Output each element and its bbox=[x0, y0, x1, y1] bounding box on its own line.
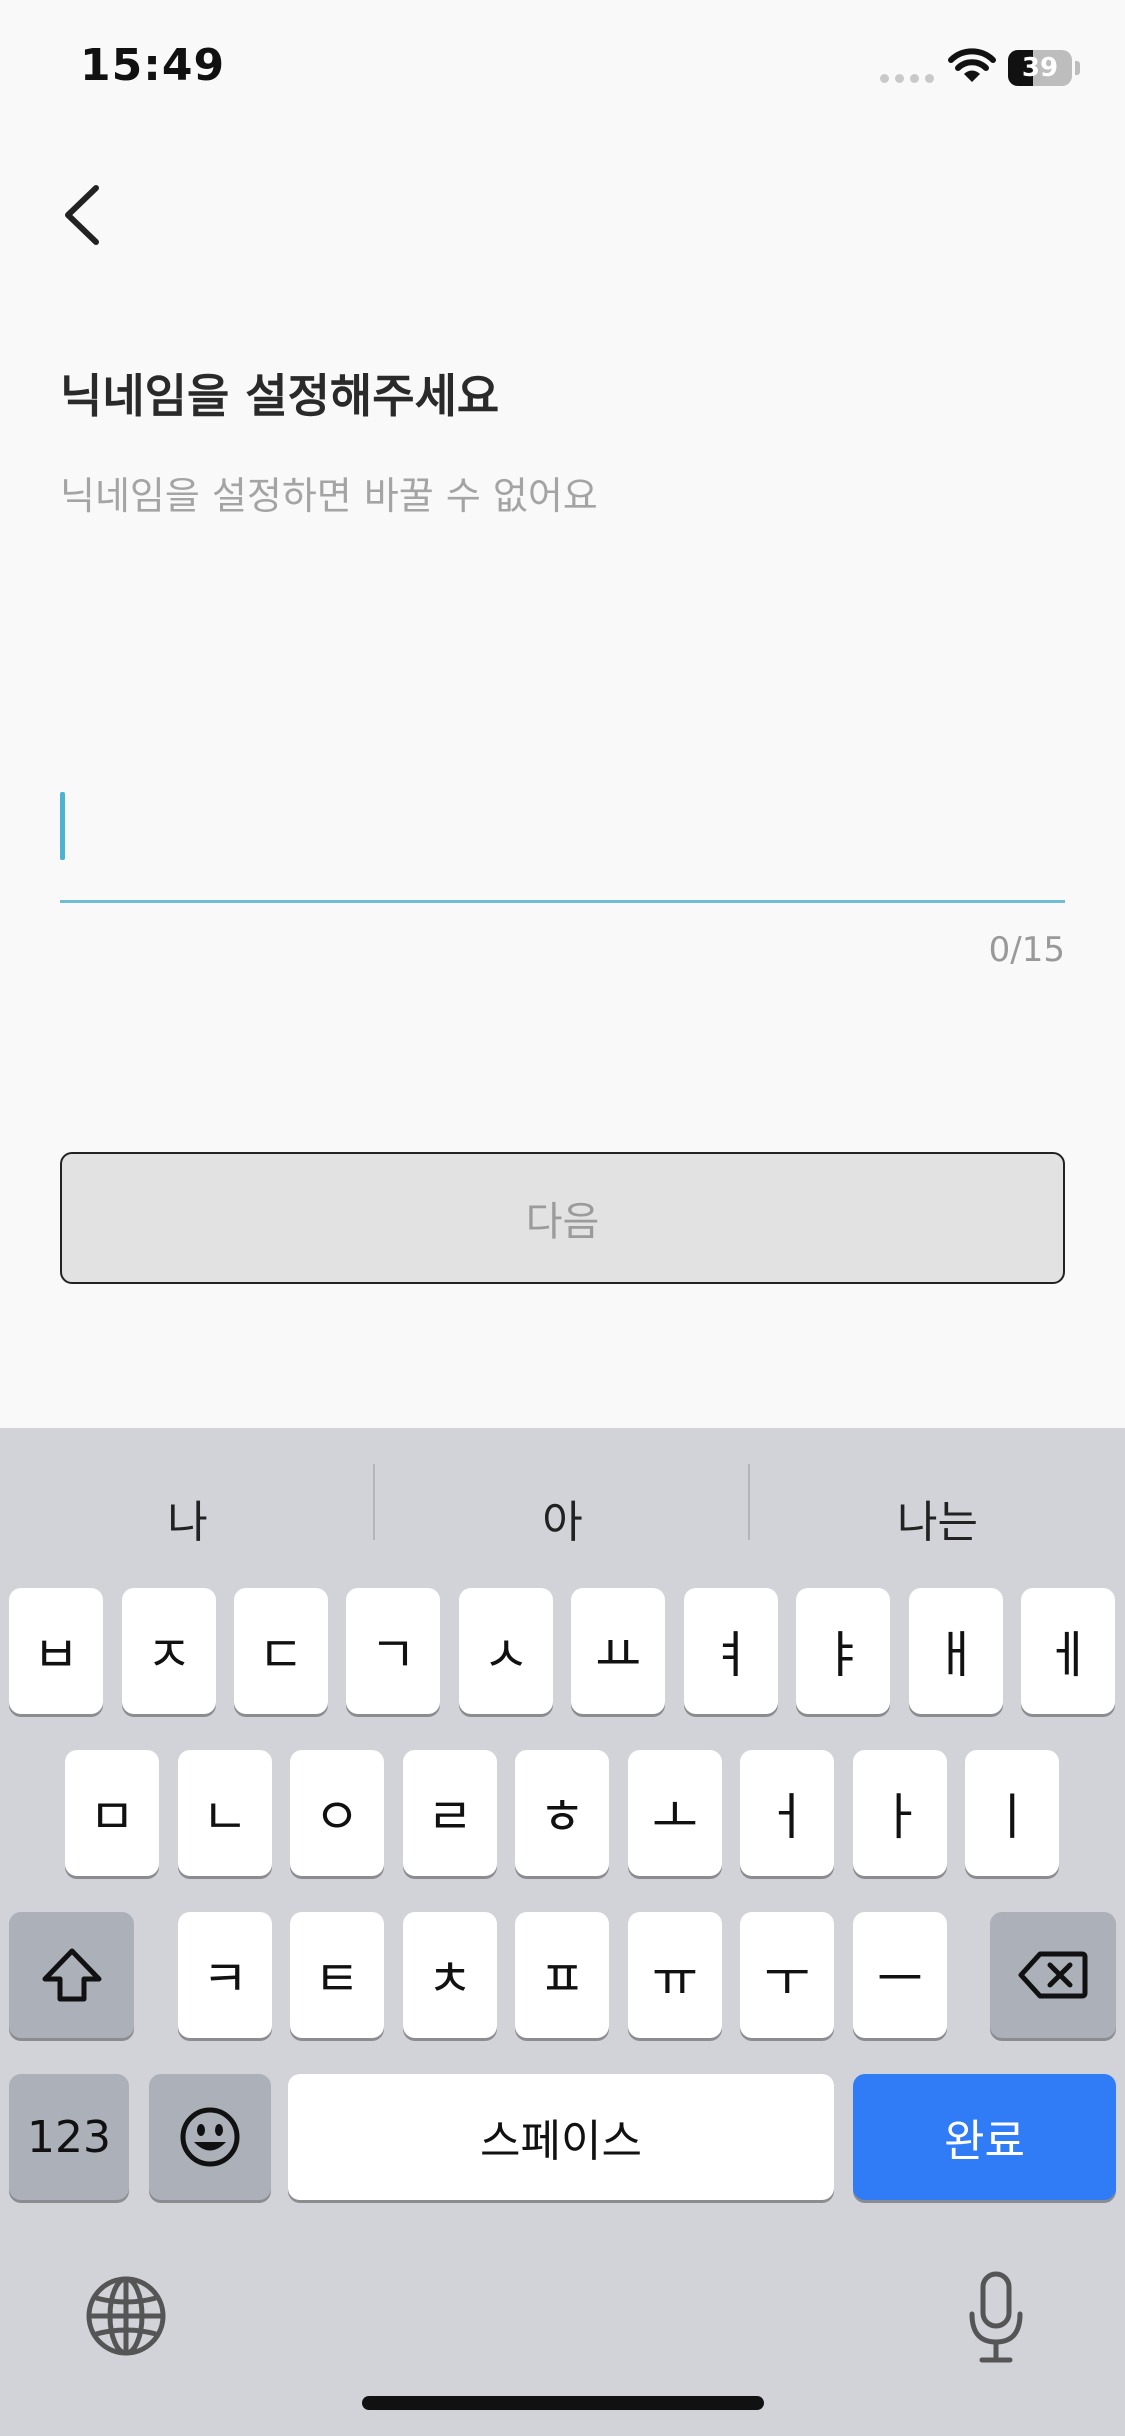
key-row1-5[interactable]: ㅅ bbox=[459, 1588, 553, 1714]
space-key[interactable]: 스페이스 bbox=[288, 2074, 834, 2200]
battery-icon: 39 bbox=[1008, 50, 1072, 86]
backspace-icon bbox=[1018, 1951, 1088, 1999]
emoji-key[interactable] bbox=[149, 2074, 271, 2200]
key-row3-5[interactable]: ㅠ bbox=[628, 1912, 722, 2038]
key-row2-9[interactable]: ㅣ bbox=[965, 1750, 1059, 1876]
status-time: 15:49 bbox=[80, 40, 226, 91]
globe-icon[interactable] bbox=[84, 2274, 168, 2358]
shift-key[interactable] bbox=[9, 1912, 134, 2038]
key-row1-1[interactable]: ㅂ bbox=[9, 1588, 103, 1714]
key-row3-2[interactable]: ㅌ bbox=[290, 1912, 384, 2038]
character-counter: 0/15 bbox=[988, 930, 1065, 970]
key-row2-4[interactable]: ㄹ bbox=[403, 1750, 497, 1876]
done-key[interactable]: 완료 bbox=[853, 2074, 1116, 2200]
text-cursor bbox=[60, 792, 65, 860]
key-row3-7[interactable]: ㅡ bbox=[853, 1912, 947, 2038]
nickname-input[interactable] bbox=[60, 780, 1069, 904]
battery-nub bbox=[1075, 61, 1080, 75]
key-row2-1[interactable]: ㅁ bbox=[65, 1750, 159, 1876]
key-row3-1[interactable]: ㅋ bbox=[178, 1912, 272, 2038]
suggestion-1[interactable]: 나 bbox=[0, 1468, 375, 1568]
suggestion-2[interactable]: 아 bbox=[375, 1468, 750, 1568]
key-row3-3[interactable]: ㅊ bbox=[403, 1912, 497, 2038]
back-button[interactable] bbox=[50, 170, 120, 260]
key-row2-5[interactable]: ㅎ bbox=[515, 1750, 609, 1876]
key-row1-6[interactable]: ㅛ bbox=[571, 1588, 665, 1714]
key-row3-4[interactable]: ㅍ bbox=[515, 1912, 609, 2038]
shift-icon bbox=[42, 1948, 101, 2002]
key-row1-10[interactable]: ㅔ bbox=[1021, 1588, 1115, 1714]
key-row3-6[interactable]: ㅜ bbox=[740, 1912, 834, 2038]
emoji-icon bbox=[180, 2107, 240, 2167]
key-row1-7[interactable]: ㅕ bbox=[684, 1588, 778, 1714]
page-title: 닉네임을 설정해주세요 bbox=[60, 369, 500, 423]
backspace-key[interactable] bbox=[990, 1912, 1116, 2038]
input-underline bbox=[60, 900, 1065, 903]
key-row2-6[interactable]: ㅗ bbox=[628, 1750, 722, 1876]
wifi-icon bbox=[948, 48, 996, 82]
suggestion-3[interactable]: 나는 bbox=[750, 1468, 1125, 1568]
key-row2-2[interactable]: ㄴ bbox=[178, 1750, 272, 1876]
page-subtitle: 닉네임을 설정하면 바꿀 수 없어요 bbox=[60, 474, 598, 518]
chevron-left-icon bbox=[65, 185, 99, 245]
microphone-icon[interactable] bbox=[964, 2270, 1028, 2366]
numbers-key[interactable]: 123 bbox=[9, 2074, 129, 2200]
home-indicator bbox=[362, 2396, 764, 2410]
key-row1-9[interactable]: ㅐ bbox=[909, 1588, 1003, 1714]
keyboard: 나 아 나는 ㅂ ㅈ ㄷ ㄱ ㅅ ㅛ ㅕ ㅑ ㅐ ㅔ ㅁ ㄴ ㅇ ㄹ ㅎ ㅗ ㅓ… bbox=[0, 1428, 1125, 2436]
next-button[interactable]: 다음 bbox=[60, 1152, 1065, 1284]
key-row1-4[interactable]: ㄱ bbox=[346, 1588, 440, 1714]
key-row2-7[interactable]: ㅓ bbox=[740, 1750, 834, 1876]
key-row1-3[interactable]: ㄷ bbox=[234, 1588, 328, 1714]
key-row2-8[interactable]: ㅏ bbox=[853, 1750, 947, 1876]
key-row2-3[interactable]: ㅇ bbox=[290, 1750, 384, 1876]
key-row1-2[interactable]: ㅈ bbox=[122, 1588, 216, 1714]
key-row1-8[interactable]: ㅑ bbox=[796, 1588, 890, 1714]
battery-percentage: 39 bbox=[1021, 53, 1059, 83]
cellular-signal-icon bbox=[880, 74, 934, 83]
